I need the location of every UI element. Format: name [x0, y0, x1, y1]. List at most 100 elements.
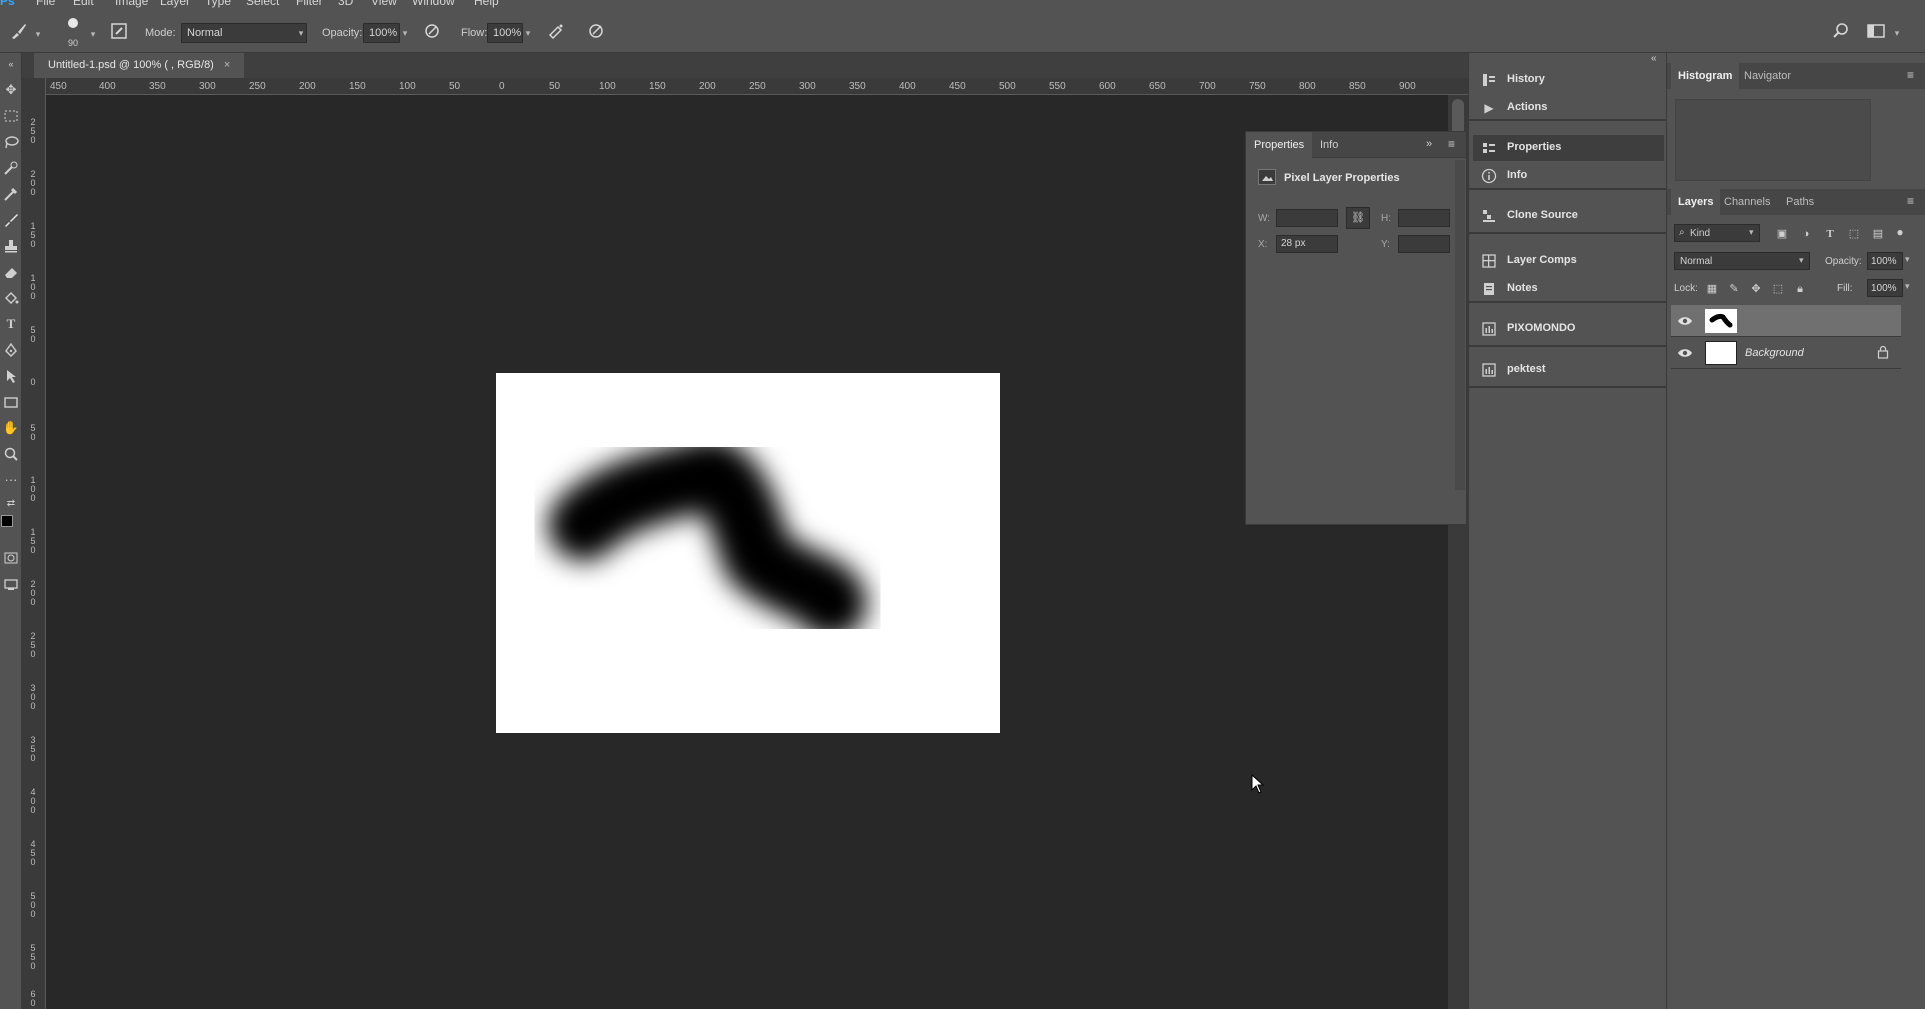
panel-menu-icon[interactable]: ≡: [1448, 137, 1455, 151]
lock-all-icon[interactable]: 🔒︎: [1792, 281, 1808, 297]
airbrush-icon[interactable]: [545, 20, 567, 42]
layer-row[interactable]: Background: [1671, 337, 1901, 369]
dock-item-pektest[interactable]: pektest: [1473, 357, 1664, 383]
menu-image[interactable]: Image: [115, 0, 148, 8]
lock-icon[interactable]: [1877, 345, 1889, 359]
filter-pixel-icon[interactable]: ▣: [1774, 226, 1790, 242]
filter-shape-icon[interactable]: ⬚: [1846, 226, 1862, 242]
tab-histogram[interactable]: Histogram: [1671, 63, 1740, 89]
eraser-tool-icon[interactable]: [2, 263, 20, 281]
document-tab[interactable]: Untitled-1.psd @ 100% ( , RGB/8) ×: [34, 53, 245, 78]
search-icon[interactable]: [1830, 20, 1852, 42]
layer-name[interactable]: Background: [1745, 347, 1804, 359]
zoom-tool-icon[interactable]: [2, 445, 20, 463]
more-tools-icon[interactable]: ···: [2, 471, 20, 489]
ruler-horizontal[interactable]: 450 400 350 300 250 200 150 100 50 0 50 …: [46, 78, 1468, 95]
workspace-icon[interactable]: [1865, 20, 1887, 42]
brush-preset-dropdown[interactable]: ▾: [86, 24, 100, 44]
menu-window[interactable]: Window: [412, 0, 455, 8]
eye-icon[interactable]: [1677, 313, 1693, 329]
flow-chevron-down-icon[interactable]: ▾: [521, 23, 535, 43]
mode-select[interactable]: Normal: [181, 23, 307, 43]
tool-preset-dropdown[interactable]: ▾: [31, 24, 45, 44]
collapse-icon[interactable]: «: [2, 55, 20, 73]
brush-tool-icon[interactable]: [2, 211, 20, 229]
lock-position-icon[interactable]: ✥: [1748, 281, 1764, 297]
pen-tool-icon[interactable]: [2, 341, 20, 359]
menu-filter[interactable]: Filter: [296, 0, 323, 8]
eyedropper-tool-icon[interactable]: [2, 185, 20, 203]
chevron-down-icon[interactable]: ▾: [1905, 281, 1910, 292]
chevron-down-icon[interactable]: ▾: [1905, 254, 1910, 265]
menu-edit[interactable]: Edit: [73, 0, 94, 8]
hand-tool-icon[interactable]: ✋: [2, 419, 20, 437]
dock-item-layer-comps[interactable]: Layer Comps: [1473, 248, 1664, 274]
dock-item-properties[interactable]: Properties: [1473, 135, 1664, 161]
tab-navigator[interactable]: Navigator: [1737, 63, 1798, 89]
brush-settings-icon[interactable]: [108, 20, 130, 42]
lasso-tool-icon[interactable]: [2, 133, 20, 151]
pressure-size-icon[interactable]: [585, 20, 607, 42]
menu-help[interactable]: Help: [474, 0, 499, 8]
quick-mask-icon[interactable]: [2, 549, 20, 567]
layer-row[interactable]: [1671, 305, 1901, 337]
x-input[interactable]: 28 px: [1276, 235, 1338, 253]
eye-icon[interactable]: [1677, 345, 1693, 361]
move-tool-icon[interactable]: ✥: [2, 81, 20, 99]
type-tool-icon[interactable]: T: [2, 315, 20, 333]
tab-info[interactable]: Info: [1312, 132, 1346, 158]
y-input[interactable]: [1398, 235, 1450, 253]
foreground-color-swatch[interactable]: [1, 515, 13, 527]
stamp-tool-icon[interactable]: [2, 237, 20, 255]
document-canvas[interactable]: [496, 373, 1000, 733]
menu-type[interactable]: Type: [205, 0, 231, 8]
ruler-vertical[interactable]: 2 5 0 2 0 0 1 5 0 1 0 0 5 0 0 5 0 1 0 0 …: [22, 78, 46, 1009]
lock-artboard-icon[interactable]: ⬚: [1770, 281, 1786, 297]
dock-item-actions[interactable]: ▶ Actions: [1473, 95, 1664, 121]
menu-select[interactable]: Select: [246, 0, 279, 8]
filter-toggle-icon[interactable]: ●: [1892, 224, 1908, 240]
filter-type-icon[interactable]: T: [1822, 226, 1838, 242]
opacity-input[interactable]: 100%: [363, 23, 400, 43]
layer-opacity-input[interactable]: 100%: [1867, 252, 1903, 270]
filter-smart-object-icon[interactable]: ▤: [1870, 226, 1886, 242]
tab-paths[interactable]: Paths: [1779, 189, 1821, 215]
dock-item-info[interactable]: Info: [1473, 163, 1664, 189]
dock-item-history[interactable]: History: [1473, 67, 1664, 93]
panel-menu-icon[interactable]: ≡: [1907, 194, 1914, 208]
collapse-panel-icon[interactable]: »: [1426, 138, 1432, 150]
quick-selection-tool-icon[interactable]: [2, 159, 20, 177]
height-input[interactable]: [1398, 209, 1450, 227]
close-icon[interactable]: ×: [224, 59, 230, 71]
blend-mode-select[interactable]: Normal ▾: [1674, 252, 1810, 270]
path-selection-tool-icon[interactable]: [2, 367, 20, 385]
paint-bucket-tool-icon[interactable]: [2, 289, 20, 307]
menu-3d[interactable]: 3D: [338, 0, 353, 8]
menu-file[interactable]: File: [36, 0, 55, 8]
brush-preview-icon[interactable]: [62, 14, 84, 36]
width-input[interactable]: [1276, 209, 1338, 227]
tab-properties[interactable]: Properties: [1246, 132, 1313, 158]
dock-item-pixomondo[interactable]: PIXOMONDO: [1473, 316, 1664, 342]
tab-layers[interactable]: Layers: [1671, 189, 1721, 215]
opacity-chevron-down-icon[interactable]: ▾: [398, 23, 412, 43]
layer-filter-select[interactable]: ⌕ Kind ▾: [1674, 224, 1760, 242]
workspace-chevron-down-icon[interactable]: ▾: [1890, 23, 1904, 43]
tab-channels[interactable]: Channels: [1717, 189, 1777, 215]
screen-mode-icon[interactable]: [2, 575, 20, 593]
flow-input[interactable]: 100%: [487, 23, 523, 43]
filter-adjustment-icon[interactable]: ◑: [1798, 226, 1814, 242]
swap-colors-icon[interactable]: ⇄: [2, 495, 20, 513]
dock-item-clone-source[interactable]: Clone Source: [1473, 203, 1664, 229]
menu-view[interactable]: View: [371, 0, 397, 8]
brush-tool-icon[interactable]: [8, 20, 30, 42]
menu-layer[interactable]: Layer: [160, 0, 190, 8]
lock-pixels-icon[interactable]: ✎: [1726, 281, 1742, 297]
link-icon[interactable]: ⛓: [1346, 207, 1370, 229]
dock-item-notes[interactable]: Notes: [1473, 276, 1664, 302]
properties-scrollbar[interactable]: [1455, 160, 1465, 490]
marquee-tool-icon[interactable]: [2, 107, 20, 125]
rectangle-tool-icon[interactable]: [2, 393, 20, 411]
panel-menu-icon[interactable]: ≡: [1907, 68, 1914, 82]
lock-transparent-icon[interactable]: ▦: [1704, 281, 1720, 297]
